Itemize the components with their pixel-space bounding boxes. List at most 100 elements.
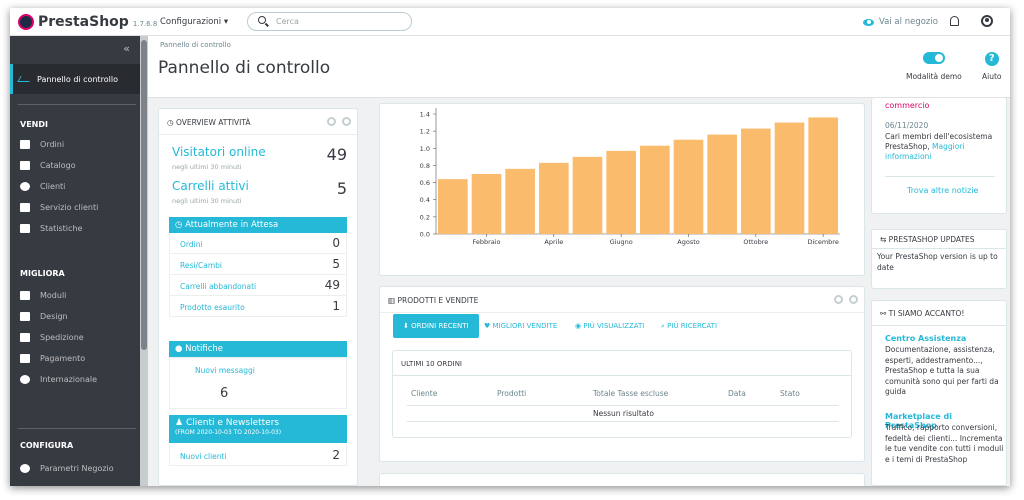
tab-best-sellers[interactable]: ♥ MIGLIORI VENDITE xyxy=(484,314,557,338)
sidebar-item-catalog[interactable]: Catalogo xyxy=(20,161,76,170)
logo[interactable]: PrestaShop 1.7.6.8 xyxy=(18,14,157,30)
sidebar-item-payment[interactable]: Pagamento xyxy=(20,354,85,363)
user-account-icon[interactable] xyxy=(981,15,993,27)
marketplace-text: Traffico, rapporto conversioni, fedeltà … xyxy=(885,423,1004,464)
bar-marzo[interactable] xyxy=(505,168,535,234)
sidebar: « Pannello di controllo VENDI Ordini Cat… xyxy=(10,36,140,486)
news-title[interactable]: commercio xyxy=(885,101,929,110)
sidebar-item-stats[interactable]: Statistiche xyxy=(20,224,82,233)
pending-row[interactable]: Resi/Cambi 5 xyxy=(169,254,347,275)
bar-agosto[interactable] xyxy=(673,139,704,234)
pending-value: 49 xyxy=(324,278,340,292)
support-title-text: TI SIAMO ACCANTO! xyxy=(888,309,965,318)
pending-row[interactable]: Ordini 0 xyxy=(169,233,347,254)
bar-dicembre[interactable] xyxy=(808,117,838,234)
col-date: Data xyxy=(728,389,746,398)
bar-luglio[interactable] xyxy=(640,145,670,234)
sidebar-item-label: Design xyxy=(40,312,68,321)
sidebar-item-dashboard[interactable]: Pannello di controllo xyxy=(10,64,140,94)
credit-card-icon xyxy=(20,354,30,363)
panel-title: ▥ PRODOTTI E VENDITE xyxy=(380,287,864,313)
col-customer: Cliente xyxy=(411,389,438,398)
settings-icon[interactable] xyxy=(327,117,336,126)
collapse-sidebar-button[interactable]: « xyxy=(123,42,130,55)
empty-message: Nessun risultato xyxy=(593,409,654,418)
gear-icon xyxy=(20,464,30,473)
settings-icon[interactable] xyxy=(834,295,843,304)
sidebar-item-customers[interactable]: Clienti xyxy=(20,182,65,191)
help-button[interactable]: ? Aiuto xyxy=(982,52,1002,81)
support-panel: ⚯ TI SIAMO ACCANTO! Centro Assistenza Do… xyxy=(871,300,1007,486)
sidebar-scrollbar[interactable] xyxy=(140,36,148,486)
bar-settembre[interactable] xyxy=(707,134,737,234)
search-input[interactable]: Cerca xyxy=(247,12,412,31)
configurations-menu[interactable]: Configurazioni ▾ xyxy=(160,17,228,27)
sidebar-item-shop-parameters[interactable]: Parametri Negozio xyxy=(20,464,114,473)
bar-chart: 0.0 0.2 0.4 0.6 0.8 1.0 1.2 1.4 Febbraio Aprile Gi… xyxy=(420,108,840,246)
bar-novembre[interactable] xyxy=(774,122,805,234)
active-carts-sub: negli ultimi 30 minuti xyxy=(172,197,242,205)
pending-label[interactable]: Resi/Cambi xyxy=(180,261,222,270)
online-visitors-label[interactable]: Visitatori online xyxy=(172,145,266,159)
bar-febbraio[interactable] xyxy=(471,174,502,234)
breadcrumb[interactable]: Pannello di controllo xyxy=(160,41,231,49)
help-center-link[interactable]: Centro Assistenza xyxy=(885,334,966,343)
pending-value: 0 xyxy=(332,236,340,250)
view-shop-link[interactable]: Vai al negozio xyxy=(863,17,938,27)
scrollbar-thumb[interactable] xyxy=(141,40,147,350)
catalog-icon xyxy=(20,161,30,170)
news-text: Cari membri dell'ecosistema PrestaShop, … xyxy=(885,132,1003,162)
monitor-icon xyxy=(20,312,30,321)
sidebar-divider xyxy=(18,104,136,105)
toggle-switch[interactable] xyxy=(922,52,945,64)
tab-most-viewed[interactable]: ◉ PIÙ VISUALIZZATI xyxy=(575,314,644,338)
sidebar-item-modules[interactable]: Moduli xyxy=(20,291,66,300)
active-carts-label[interactable]: Carrelli attivi xyxy=(172,179,249,193)
tab-top-searches[interactable]: ⌕ PIÙ RICERCATI xyxy=(661,314,717,338)
pending-label[interactable]: Ordini xyxy=(180,240,203,249)
sidebar-item-shipping[interactable]: Spedizione xyxy=(20,333,84,342)
pending-label[interactable]: Carrelli abbandonati xyxy=(180,282,256,291)
online-visitors-value: 49 xyxy=(326,145,347,164)
pending-value: 5 xyxy=(332,257,340,271)
demo-mode-toggle[interactable]: Modalità demo xyxy=(906,52,962,81)
pending-label[interactable]: Prodotto esaurito xyxy=(180,303,245,312)
sidebar-item-label: Clienti xyxy=(40,182,66,191)
x-tick-label: Agosto xyxy=(677,238,699,246)
bar-maggio[interactable] xyxy=(572,156,603,234)
page-title: Pannello di controllo xyxy=(158,58,331,78)
y-tick-label: 0.2 xyxy=(420,213,430,221)
bar-ottobre[interactable] xyxy=(741,128,771,234)
col-status: Stato xyxy=(780,389,800,398)
bar-giugno[interactable] xyxy=(606,150,636,234)
sidebar-item-design[interactable]: Design xyxy=(20,312,68,321)
find-more-news-link[interactable]: Trova altre notizie xyxy=(907,186,978,195)
tab-recent-orders[interactable]: ⬇ ORDINI RECENTI xyxy=(393,314,479,338)
x-tick-label: Ottobre xyxy=(743,238,768,246)
bell-icon[interactable] xyxy=(950,16,959,26)
pending-row[interactable]: Carrelli abbandonati 49 xyxy=(169,275,347,296)
sidebar-item-orders[interactable]: Ordini xyxy=(20,140,64,149)
search-placeholder: Cerca xyxy=(276,17,299,26)
bar-gennaio[interactable] xyxy=(438,179,468,234)
chat-icon xyxy=(20,203,30,212)
refresh-icon[interactable] xyxy=(342,117,351,126)
refresh-icon[interactable] xyxy=(849,295,858,304)
bar-aprile[interactable] xyxy=(539,162,569,234)
activity-title: OVERVIEW ATTIVITÀ xyxy=(175,118,251,127)
brand-name: PrestaShop xyxy=(38,14,129,30)
new-customers-row[interactable]: Nuovi clienti 2 xyxy=(169,445,347,466)
x-tick-label: Aprile xyxy=(544,238,563,246)
divider xyxy=(872,325,1006,326)
y-tick-label: 0.6 xyxy=(420,179,430,187)
sidebar-item-label: Parametri Negozio xyxy=(40,464,114,473)
y-tick-label: 0.0 xyxy=(420,231,430,239)
y-tick-label: 0.4 xyxy=(420,196,430,204)
pending-row[interactable]: Prodotto esaurito 1 xyxy=(169,296,347,317)
new-customers-label[interactable]: Nuovi clienti xyxy=(180,452,227,461)
new-messages-label[interactable]: Nuovi messaggi xyxy=(195,366,255,375)
sidebar-item-international[interactable]: Internazionale xyxy=(20,375,97,384)
sidebar-item-customer-service[interactable]: Servizio clienti xyxy=(20,203,98,212)
activity-overview-panel: ◷ OVERVIEW ATTIVITÀ Visitatori online ne… xyxy=(158,108,358,486)
top-header: PrestaShop 1.7.6.8 Configurazioni ▾ Cerc… xyxy=(10,8,1010,36)
